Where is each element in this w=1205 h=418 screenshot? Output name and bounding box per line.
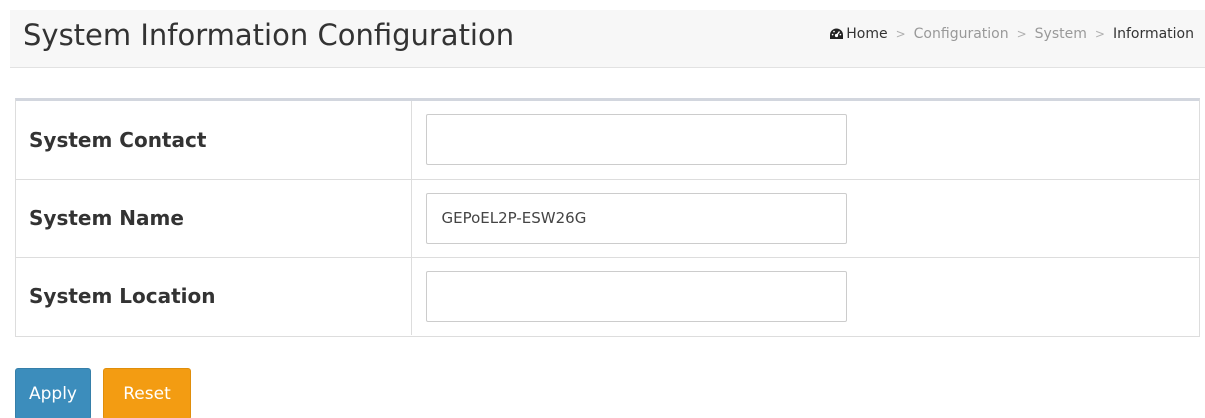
system-contact-label: System Contact xyxy=(16,101,412,179)
reset-button[interactable]: Reset xyxy=(103,368,191,418)
system-info-form: System Contact System Name System Locati… xyxy=(16,101,1199,335)
breadcrumb-separator: > xyxy=(1016,27,1027,41)
breadcrumb-system[interactable]: System xyxy=(1035,24,1087,44)
apply-button[interactable]: Apply xyxy=(15,368,91,418)
breadcrumb-information: Information xyxy=(1112,26,1194,42)
system-location-label: System Location xyxy=(16,256,412,335)
system-contact-cell xyxy=(411,101,1199,179)
form-actions: Apply Reset xyxy=(15,368,191,418)
system-location-input[interactable] xyxy=(425,270,847,322)
system-name-cell xyxy=(411,178,1199,257)
tachometer-icon[interactable] xyxy=(829,27,844,41)
page: System Information Configuration Home > … xyxy=(0,0,1205,418)
table-row: System Contact xyxy=(16,101,1199,179)
page-title: System Information Configuration xyxy=(23,18,515,52)
page-header: System Information Configuration Home > … xyxy=(10,10,1205,68)
breadcrumb-separator: > xyxy=(895,27,906,41)
breadcrumb-configuration[interactable]: Configuration xyxy=(914,24,1009,44)
system-info-panel: System Contact System Name System Locati… xyxy=(15,98,1200,337)
breadcrumb-home[interactable]: Home xyxy=(846,24,887,44)
breadcrumb-separator: > xyxy=(1094,27,1105,41)
system-name-label: System Name xyxy=(16,178,412,257)
breadcrumb: Home > Configuration > System > Informat… xyxy=(829,24,1194,44)
system-contact-input[interactable] xyxy=(425,114,847,166)
table-row: System Name xyxy=(16,178,1199,257)
table-row: System Location xyxy=(16,256,1199,335)
system-name-input[interactable] xyxy=(425,192,847,244)
system-location-cell xyxy=(411,256,1199,335)
